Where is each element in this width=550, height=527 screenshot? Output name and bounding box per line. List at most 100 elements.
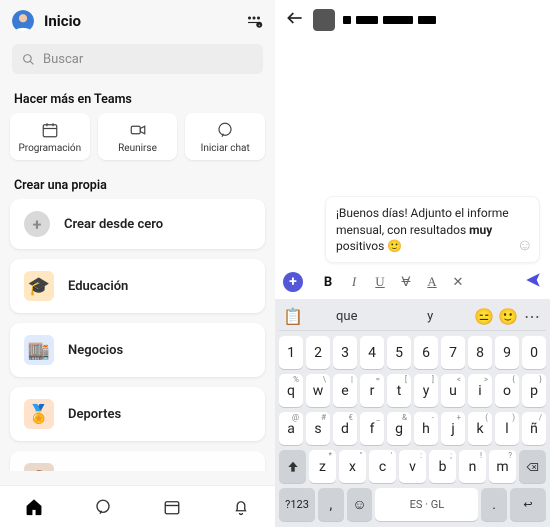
- emoji-neutral-icon[interactable]: 😑: [472, 307, 496, 326]
- space-key[interactable]: ES · GL: [375, 488, 478, 521]
- action-schedule[interactable]: Programación: [10, 113, 90, 160]
- kb-row-numbers: 1234567890: [279, 336, 546, 369]
- kb-menu-icon[interactable]: ⋯: [520, 307, 544, 326]
- chat-body[interactable]: [275, 40, 550, 196]
- clipboard-icon[interactable]: 📋: [281, 307, 305, 326]
- key-l[interactable]: l): [495, 412, 519, 445]
- key-t[interactable]: t[: [387, 374, 411, 407]
- briefcase-icon: 💼: [24, 463, 54, 471]
- kb-row-qwerty: q%w\e|r=t[y]u<i>o{p}: [279, 374, 546, 407]
- shift-key[interactable]: [279, 450, 306, 483]
- left-header: Inicio +: [0, 0, 275, 38]
- key-o[interactable]: o{: [495, 374, 519, 407]
- key-i[interactable]: i>: [468, 374, 492, 407]
- key-e[interactable]: e|: [333, 374, 357, 407]
- emoji-key[interactable]: ☺: [347, 488, 373, 521]
- backspace-key[interactable]: [519, 450, 546, 483]
- left-pane: Inicio + Buscar Hacer más en Teams Progr…: [0, 0, 275, 527]
- key-u[interactable]: u<: [441, 374, 465, 407]
- suggestion-1[interactable]: que: [305, 309, 389, 324]
- compose-input[interactable]: ¡Buenos días! Adjunto el informe mensual…: [325, 196, 540, 263]
- key-n[interactable]: n!: [459, 450, 486, 483]
- key-f[interactable]: f_: [360, 412, 384, 445]
- key-c[interactable]: c': [369, 450, 396, 483]
- key-x[interactable]: x": [339, 450, 366, 483]
- template-cards: + Crear desde cero 🎓 Educación 🏬 Negocio…: [0, 199, 275, 471]
- card-education[interactable]: 🎓 Educación: [10, 259, 265, 313]
- action-chat[interactable]: Iniciar chat: [185, 113, 265, 160]
- chat-bubble-icon: [94, 498, 112, 516]
- key-ñ[interactable]: ñ/: [522, 412, 546, 445]
- suggestion-2[interactable]: y: [389, 309, 473, 324]
- send-button[interactable]: [524, 271, 542, 293]
- format-bold[interactable]: B: [317, 275, 339, 290]
- settings-icon[interactable]: +: [245, 12, 263, 30]
- key-k[interactable]: k(: [468, 412, 492, 445]
- kb-row-zxcv: z*x"c'v:b;n!m?: [279, 450, 546, 483]
- compose-plus-button[interactable]: +: [283, 272, 303, 292]
- key-s[interactable]: s#: [306, 412, 330, 445]
- key-d[interactable]: d€: [333, 412, 357, 445]
- emoji-smile-icon[interactable]: 🙂: [496, 307, 520, 326]
- send-icon: [524, 271, 542, 289]
- period-key[interactable]: .: [481, 488, 507, 521]
- key-w[interactable]: w\: [306, 374, 330, 407]
- key-g[interactable]: g&: [387, 412, 411, 445]
- nav-activity[interactable]: [206, 486, 275, 527]
- format-clear[interactable]: ✕: [447, 274, 469, 290]
- bottom-nav: [0, 485, 275, 527]
- key-3[interactable]: 3: [333, 336, 357, 369]
- back-button[interactable]: [285, 8, 305, 32]
- user-avatar[interactable]: [12, 10, 34, 32]
- kb-row-bottom: ?123 , ☺ ES · GL . ↩: [279, 488, 546, 521]
- format-toolbar: + B I U ∀ A ✕: [275, 267, 550, 299]
- key-h[interactable]: h-: [414, 412, 438, 445]
- chat-header: [275, 0, 550, 40]
- key-8[interactable]: 8: [468, 336, 492, 369]
- format-highlight[interactable]: A: [421, 274, 443, 290]
- format-strike[interactable]: ∀: [395, 274, 417, 290]
- key-4[interactable]: 4: [360, 336, 384, 369]
- card-business[interactable]: 🏬 Negocios: [10, 323, 265, 377]
- key-r[interactable]: r=: [360, 374, 384, 407]
- nav-calendar[interactable]: [138, 486, 207, 527]
- enter-key[interactable]: ↩: [510, 488, 546, 521]
- key-j[interactable]: j+: [441, 412, 465, 445]
- chat-icon: [216, 121, 234, 139]
- contact-avatar[interactable]: [313, 9, 335, 31]
- emoji-picker-icon[interactable]: ☺: [517, 234, 533, 256]
- numeric-key[interactable]: ?123: [279, 488, 315, 521]
- key-p[interactable]: p}: [522, 374, 546, 407]
- format-underline[interactable]: U: [369, 274, 391, 290]
- nav-chat[interactable]: [69, 486, 138, 527]
- key-6[interactable]: 6: [414, 336, 438, 369]
- search-icon: [22, 53, 35, 66]
- format-italic[interactable]: I: [343, 274, 365, 290]
- key-y[interactable]: y]: [414, 374, 438, 407]
- store-icon: 🏬: [24, 335, 54, 365]
- key-a[interactable]: a@: [279, 412, 303, 445]
- key-b[interactable]: b;: [429, 450, 456, 483]
- svg-text:+: +: [258, 23, 260, 27]
- action-meet[interactable]: Reunirse: [98, 113, 178, 160]
- key-7[interactable]: 7: [441, 336, 465, 369]
- key-q[interactable]: q%: [279, 374, 303, 407]
- key-v[interactable]: v:: [399, 450, 426, 483]
- right-pane: ¡Buenos días! Adjunto el informe mensual…: [275, 0, 550, 527]
- kb-suggestions: 📋 que y 😑 🙂 ⋯: [279, 303, 546, 331]
- key-z[interactable]: z*: [309, 450, 336, 483]
- card-sports[interactable]: 🏅 Deportes: [10, 387, 265, 441]
- key-9[interactable]: 9: [495, 336, 519, 369]
- graduation-icon: 🎓: [24, 271, 54, 301]
- key-0[interactable]: 0: [522, 336, 546, 369]
- search-input[interactable]: Buscar: [12, 44, 263, 74]
- card-professional[interactable]: 💼 Profesional: [10, 451, 265, 471]
- card-scratch[interactable]: + Crear desde cero: [10, 199, 265, 249]
- nav-home[interactable]: [0, 486, 69, 527]
- soft-keyboard: 📋 que y 😑 🙂 ⋯ 1234567890 q%w\e|r=t[y]u<i…: [275, 299, 550, 527]
- key-2[interactable]: 2: [306, 336, 330, 369]
- key-1[interactable]: 1: [279, 336, 303, 369]
- key-5[interactable]: 5: [387, 336, 411, 369]
- key-m[interactable]: m?: [489, 450, 516, 483]
- comma-key[interactable]: ,: [318, 488, 344, 521]
